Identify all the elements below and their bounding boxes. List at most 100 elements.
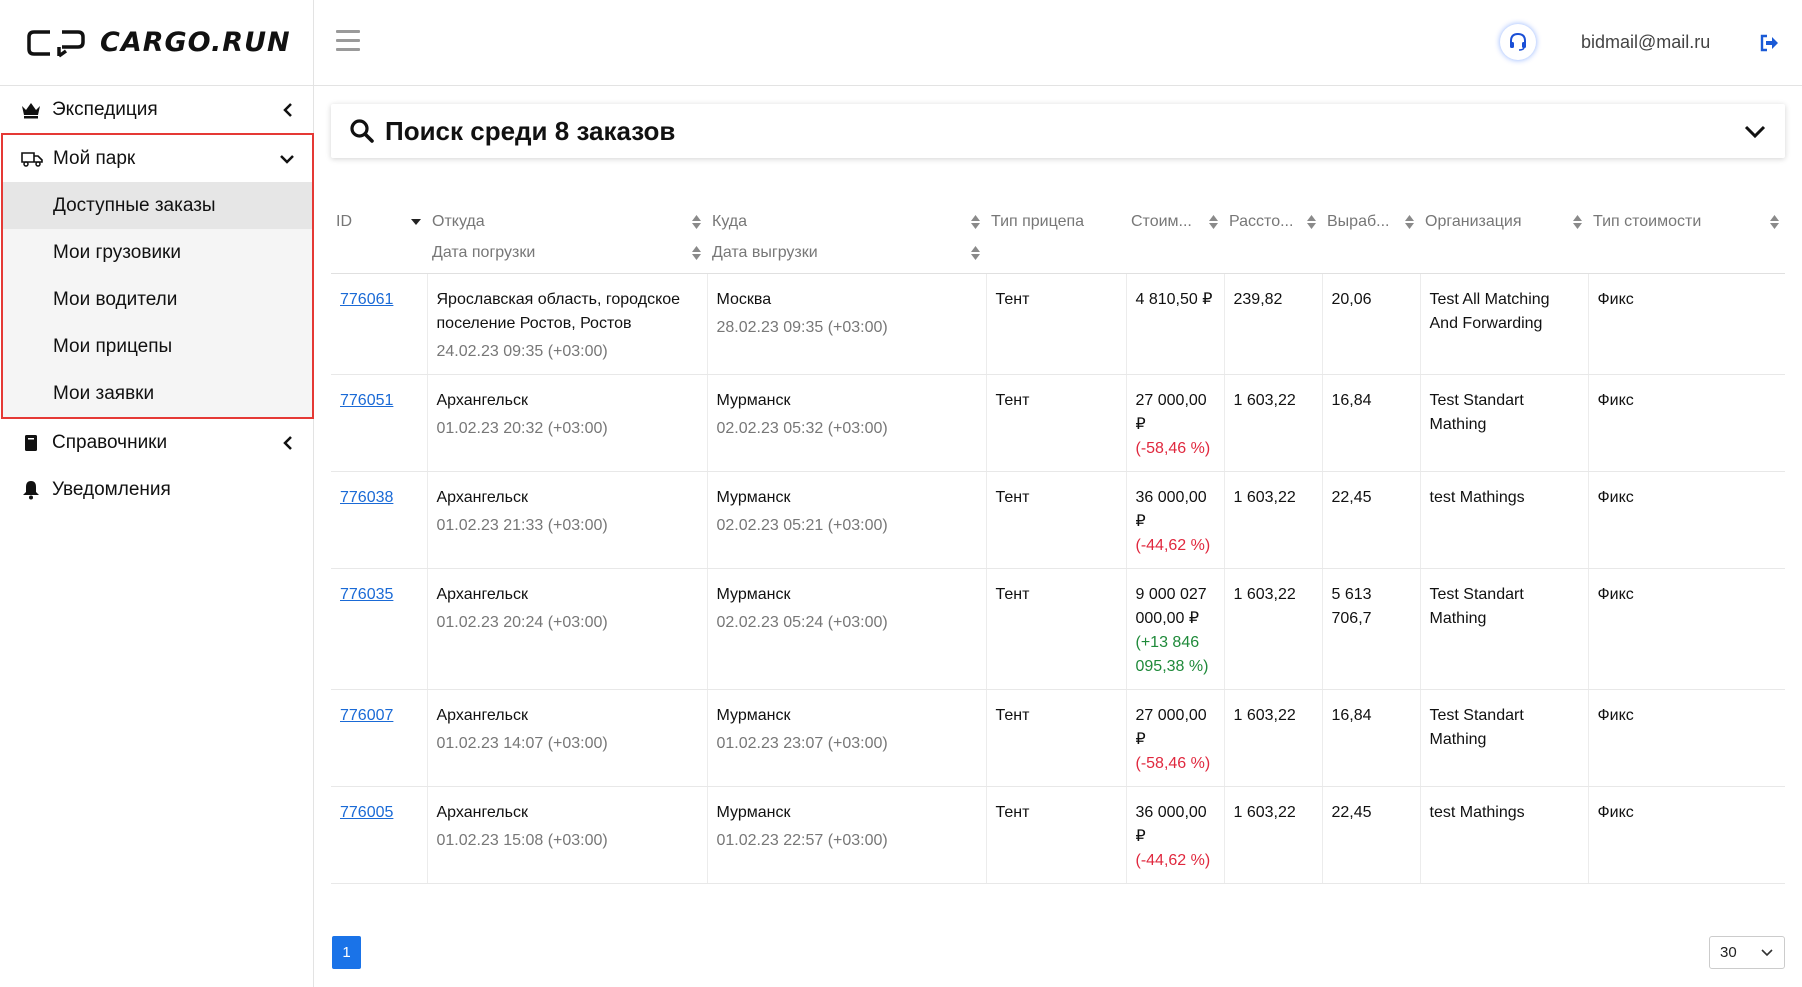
user-email[interactable]: bidmail@mail.ru xyxy=(1581,32,1710,53)
sort-icon[interactable] xyxy=(968,246,982,260)
sidebar-subitem-my-trucks[interactable]: Мои грузовики xyxy=(3,229,312,276)
column-header-label: Стоим... xyxy=(1131,213,1192,230)
sort-icon[interactable] xyxy=(1767,215,1781,229)
order-id-link[interactable]: 776051 xyxy=(340,392,393,409)
cell-cost: 36 000,00 ₽ (-44,62 %) xyxy=(1125,471,1224,569)
table-row[interactable]: 776038 Архангельск 01.02.23 21:33 (+03:00)… xyxy=(331,471,1785,569)
sidebar-subitem-my-requests[interactable]: Мои заявки xyxy=(3,370,312,417)
cell-from: Архангельск 01.02.23 15:08 (+03:00) xyxy=(426,786,707,884)
to-location: Мурманск xyxy=(716,804,791,821)
column-header-output[interactable]: Выраб... xyxy=(1322,200,1420,274)
cell-id: 776005 xyxy=(331,786,427,884)
truck-icon xyxy=(21,148,43,170)
table-row[interactable]: 776005 Архангельск 01.02.23 15:08 (+03:00)… xyxy=(331,786,1785,884)
cell-cost-type: Фикс xyxy=(1587,273,1785,375)
order-id-link[interactable]: 776005 xyxy=(340,804,393,821)
cell-from: Архангельск 01.02.23 20:32 (+03:00) xyxy=(426,374,707,472)
sidebar-subitem-my-drivers[interactable]: Мои водители xyxy=(3,276,312,323)
cost-value: 9 000 027 000,00 ₽ xyxy=(1135,586,1207,627)
top-bar: bidmail@mail.ru xyxy=(314,0,1802,86)
cell-trailer: Тент xyxy=(985,273,1126,375)
logout-icon[interactable] xyxy=(1758,32,1780,54)
cell-cost-type: Фикс xyxy=(1587,786,1785,884)
column-header-organization[interactable]: Организация xyxy=(1420,200,1588,274)
column-header-label: Откуда xyxy=(432,213,485,230)
sort-icon[interactable] xyxy=(689,246,703,260)
cell-organization: Test Standart Mathing xyxy=(1419,374,1588,472)
cost-value: 27 000,00 ₽ xyxy=(1135,392,1207,433)
cell-organization: Test Standart Mathing xyxy=(1419,568,1588,690)
table-row[interactable]: 776051 Архангельск 01.02.23 20:32 (+03:00)… xyxy=(331,374,1785,472)
sort-icon[interactable] xyxy=(1402,215,1416,229)
from-location: Архангельск xyxy=(436,392,528,409)
support-headset-icon[interactable] xyxy=(1500,24,1536,60)
table-row[interactable]: 776007 Архангельск 01.02.23 14:07 (+03:00)… xyxy=(331,689,1785,787)
cell-cost: 4 810,50 ₽ xyxy=(1125,273,1224,375)
sort-icon[interactable] xyxy=(1570,215,1584,229)
order-id-link[interactable]: 776007 xyxy=(340,707,393,724)
to-location: Москва xyxy=(716,291,772,308)
sidebar-subitem-my-trailers[interactable]: Мои прицепы xyxy=(3,323,312,370)
per-page-select[interactable]: 30 xyxy=(1709,936,1785,969)
logo[interactable]: CARGO.RUN xyxy=(0,0,313,86)
sidebar-subitem-available-orders[interactable]: Доступные заказы xyxy=(3,182,312,229)
cell-cost-type: Фикс xyxy=(1587,471,1785,569)
cell-distance: 1 603,22 xyxy=(1223,471,1322,569)
sidebar-item-my-park[interactable]: Мой парк xyxy=(3,135,312,182)
search-panel-toggle[interactable]: Поиск среди 8 заказов xyxy=(331,104,1785,158)
from-location: Архангельск xyxy=(436,586,528,603)
cell-distance: 1 603,22 xyxy=(1223,568,1322,690)
cell-cost: 27 000,00 ₽ (-58,46 %) xyxy=(1125,689,1224,787)
cell-to: Мурманск 02.02.23 05:21 (+03:00) xyxy=(706,471,986,569)
cell-from: Архангельск 01.02.23 14:07 (+03:00) xyxy=(426,689,707,787)
column-header-cost[interactable]: Стоим... xyxy=(1126,200,1224,274)
column-header-label: Тип прицепа xyxy=(991,213,1085,230)
cell-distance: 239,82 xyxy=(1223,273,1322,375)
cell-organization: Test All Matching And Forwarding xyxy=(1419,273,1588,375)
order-id-link[interactable]: 776035 xyxy=(340,586,393,603)
column-header-to[interactable]: Куда Дата выгрузки xyxy=(707,200,986,274)
cell-cost-type: Фикс xyxy=(1587,689,1785,787)
orders-table-wrapper[interactable]: ID Откуда Дата погрузки Куда Дата выгруз… xyxy=(331,200,1785,918)
column-header-cost-type[interactable]: Тип стоимости xyxy=(1588,200,1785,274)
cell-id: 776035 xyxy=(331,568,427,690)
cell-cost: 27 000,00 ₽ (-58,46 %) xyxy=(1125,374,1224,472)
my-park-group: Мой парк Доступные заказы Мои грузовики … xyxy=(1,133,314,419)
cost-delta: (-44,62 %) xyxy=(1135,852,1211,869)
from-location: Архангельск xyxy=(436,804,528,821)
sort-icon[interactable] xyxy=(689,215,703,229)
sort-icon[interactable] xyxy=(1304,215,1318,229)
order-id-link[interactable]: 776038 xyxy=(340,489,393,506)
sort-icon[interactable] xyxy=(1206,215,1220,229)
load-date: 01.02.23 14:07 (+03:00) xyxy=(436,735,608,752)
order-id-link[interactable]: 776061 xyxy=(340,291,393,308)
cost-delta: (-44,62 %) xyxy=(1135,537,1211,554)
unload-date: 01.02.23 23:07 (+03:00) xyxy=(716,735,888,752)
table-row[interactable]: 776035 Архангельск 01.02.23 20:24 (+03:00)… xyxy=(331,568,1785,690)
cost-value: 27 000,00 ₽ xyxy=(1135,707,1207,748)
sort-icon[interactable] xyxy=(968,215,982,229)
chevron-left-icon xyxy=(279,434,297,452)
column-header-label: Выраб... xyxy=(1327,213,1390,230)
cell-output: 5 613 706,7 xyxy=(1321,568,1420,690)
to-location: Мурманск xyxy=(716,392,791,409)
column-header-id[interactable]: ID xyxy=(331,200,427,274)
sort-desc-icon[interactable] xyxy=(409,219,423,225)
cell-output: 22,45 xyxy=(1321,471,1420,569)
menu-toggle-icon[interactable] xyxy=(336,30,360,52)
cell-trailer: Тент xyxy=(985,786,1126,884)
sidebar-item-expedition[interactable]: Экспедиция xyxy=(0,86,313,133)
chevron-down-icon xyxy=(1761,949,1773,957)
cell-distance: 1 603,22 xyxy=(1223,374,1322,472)
bell-icon xyxy=(20,479,42,501)
cost-delta: (-58,46 %) xyxy=(1135,440,1211,457)
pagination-page-button[interactable]: 1 xyxy=(332,936,361,969)
cell-distance: 1 603,22 xyxy=(1223,786,1322,884)
column-header-from[interactable]: Откуда Дата погрузки xyxy=(427,200,707,274)
table-row[interactable]: 776061 Ярославская область, городское пос… xyxy=(331,273,1785,375)
cell-output: 22,45 xyxy=(1321,786,1420,884)
sidebar-item-notifications[interactable]: Уведомления xyxy=(0,466,313,513)
column-header-distance[interactable]: Рассто... xyxy=(1224,200,1322,274)
sidebar-item-directories[interactable]: Справочники xyxy=(0,419,313,466)
load-date: 24.02.23 09:35 (+03:00) xyxy=(436,343,608,360)
